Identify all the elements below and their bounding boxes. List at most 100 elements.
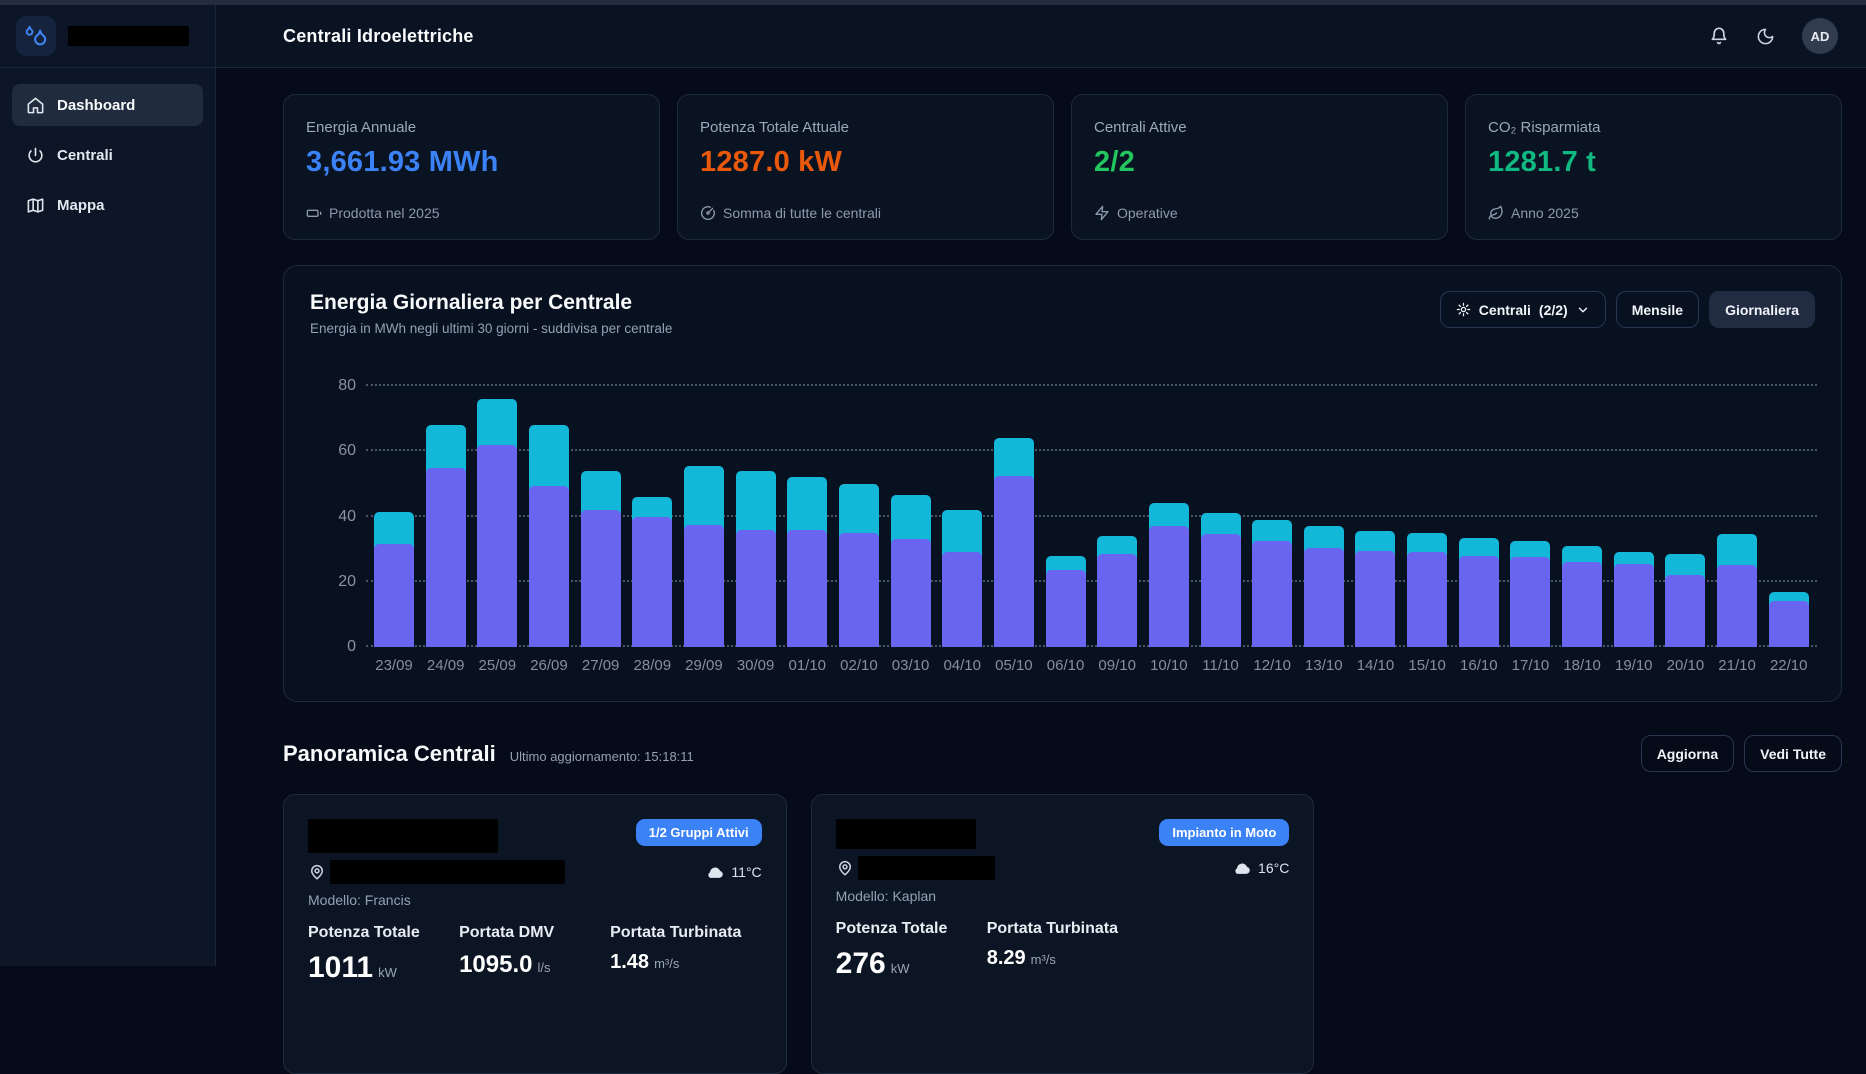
bar-slot: 20/10 xyxy=(1665,386,1705,647)
bar-segment-top xyxy=(839,484,879,538)
bar-segment-bottom xyxy=(1769,601,1809,647)
x-axis-label: 11/10 xyxy=(1202,657,1238,674)
bar-slot: 01/10 xyxy=(787,386,827,647)
daily-energy-chart-card: Energia Giornaliera per Centrale Energia… xyxy=(283,265,1842,702)
x-axis-label: 06/10 xyxy=(1047,657,1085,674)
cloud-icon xyxy=(1232,858,1252,878)
x-axis-label: 25/09 xyxy=(479,657,517,674)
stat-value: 3,661.93 MWh xyxy=(306,146,637,179)
bar-slot: 12/10 xyxy=(1252,386,1292,647)
sidebar-nav: Dashboard Centrali Mappa xyxy=(0,68,215,242)
x-axis-label: 02/10 xyxy=(840,657,878,674)
bar-slot: 19/10 xyxy=(1614,386,1654,647)
stat-title: Potenza Totale Attuale xyxy=(700,119,1031,136)
bar-slot: 26/09 xyxy=(529,386,569,647)
stat-subtitle: Operative xyxy=(1094,205,1178,221)
y-axis-tick: 80 xyxy=(316,377,356,395)
stat-unit: kW xyxy=(891,961,910,976)
plant-card-2[interactable]: Impianto in Moto 16°C Modello: Kaplan xyxy=(811,794,1315,1074)
bar-segment-bottom xyxy=(1252,541,1292,647)
stat-card-co2: CO₂ Risparmiata 1281.7 t Anno 2025 xyxy=(1465,94,1842,240)
home-icon xyxy=(26,96,45,115)
moon-icon[interactable] xyxy=(1756,27,1775,46)
bar-slot: 16/10 xyxy=(1459,386,1499,647)
monthly-toggle-button[interactable]: Mensile xyxy=(1616,291,1699,328)
bar-segment-bottom xyxy=(684,525,724,647)
stat-value: 1095.0 xyxy=(459,951,532,979)
stat-unit: kW xyxy=(378,965,397,980)
view-all-button[interactable]: Vedi Tutte xyxy=(1744,735,1842,772)
status-badge: 1/2 Gruppi Attivi xyxy=(636,819,762,846)
stat-unit: l/s xyxy=(537,960,550,975)
bar-segment-bottom xyxy=(632,517,672,648)
redacted-plant-name xyxy=(836,819,976,849)
bar-slot: 24/09 xyxy=(426,386,466,647)
bar-segment-bottom xyxy=(839,533,879,647)
overview-header: Panoramica Centrali Ultimo aggiornamento… xyxy=(283,735,1842,772)
bar-segment-top xyxy=(787,477,827,534)
bar-slot: 18/10 xyxy=(1562,386,1602,647)
overview-actions: Aggiorna Vedi Tutte xyxy=(1641,735,1842,772)
stat-title: Energia Annuale xyxy=(306,119,637,136)
bar-segment-bottom xyxy=(1665,575,1705,647)
bar-segment-bottom xyxy=(736,530,776,647)
y-axis-tick: 0 xyxy=(316,638,356,656)
x-axis-label: 15/10 xyxy=(1408,657,1446,674)
dropdown-count: (2/2) xyxy=(1539,302,1568,318)
bell-icon[interactable] xyxy=(1709,26,1729,46)
sidebar-item-mappa[interactable]: Mappa xyxy=(12,184,203,226)
battery-icon xyxy=(306,205,322,221)
bar-slot: 21/10 xyxy=(1717,386,1757,647)
x-axis-label: 12/10 xyxy=(1253,657,1291,674)
x-axis-label: 19/10 xyxy=(1615,657,1653,674)
x-axis-label: 16/10 xyxy=(1460,657,1498,674)
stat-subtitle: Prodotta nel 2025 xyxy=(306,205,440,221)
chart-plot: 02040608023/0924/0925/0926/0927/0928/092… xyxy=(366,386,1817,647)
bar-segment-top xyxy=(736,471,776,535)
bar-segment-bottom xyxy=(529,486,569,647)
x-axis-label: 17/10 xyxy=(1512,657,1550,674)
plant-title-row: Impianto in Moto xyxy=(836,819,1290,849)
sidebar-item-label: Dashboard xyxy=(57,97,135,114)
bar-segment-top xyxy=(581,471,621,515)
sidebar-item-centrali[interactable]: Centrali xyxy=(12,134,203,176)
x-axis-label: 20/10 xyxy=(1667,657,1705,674)
plant-card-1[interactable]: 1/2 Gruppi Attivi 11°C Modello: Francis xyxy=(283,794,787,1074)
stat-label: Portata Turbinata xyxy=(610,924,761,942)
bar-segment-bottom xyxy=(426,468,466,647)
page-title: Centrali Idroelettriche xyxy=(283,26,474,47)
daily-toggle-button[interactable]: Giornaliera xyxy=(1709,291,1815,328)
centrali-filter-dropdown[interactable]: Centrali (2/2) xyxy=(1440,291,1606,328)
bar-slot: 02/10 xyxy=(839,386,879,647)
user-avatar[interactable]: AD xyxy=(1802,18,1838,54)
refresh-button[interactable]: Aggiorna xyxy=(1641,735,1734,772)
stat-value: 2/2 xyxy=(1094,146,1425,179)
sidebar-item-dashboard[interactable]: Dashboard xyxy=(12,84,203,126)
stat-label: Potenza Totale xyxy=(836,920,987,938)
last-update-text: Ultimo aggiornamento: 15:18:11 xyxy=(510,749,694,764)
bar-slot: 11/10 xyxy=(1201,386,1241,647)
bar-segment-bottom xyxy=(374,544,414,647)
y-axis-tick: 60 xyxy=(316,442,356,460)
bar-segment-bottom xyxy=(1046,570,1086,647)
zap-icon xyxy=(1094,205,1110,221)
chart-subtitle: Energia in MWh negli ultimi 30 giorni - … xyxy=(310,321,672,336)
bar-segment-bottom xyxy=(942,552,982,647)
stat-value: 1011 xyxy=(308,951,373,985)
plant-location-row: 16°C xyxy=(836,856,1290,880)
stat-subtitle-text: Anno 2025 xyxy=(1511,205,1579,221)
x-axis-label: 13/10 xyxy=(1305,657,1343,674)
weather-info: 11°C xyxy=(705,862,761,882)
x-axis-label: 04/10 xyxy=(943,657,981,674)
stat-card-centrali-attive: Centrali Attive 2/2 Operative xyxy=(1071,94,1448,240)
leaf-icon xyxy=(1488,205,1504,221)
stat-cards-row: Energia Annuale 3,661.93 MWh Prodotta ne… xyxy=(283,94,1842,240)
chart-controls: Centrali (2/2) Mensile Giornaliera xyxy=(1440,291,1815,328)
stat-unit: m³/s xyxy=(654,956,679,971)
y-axis-tick: 20 xyxy=(316,573,356,591)
stat-title: Centrali Attive xyxy=(1094,119,1425,136)
header-actions: AD xyxy=(1709,18,1838,54)
bar-slot: 05/10 xyxy=(994,386,1034,647)
plant-location-row: 11°C xyxy=(308,860,762,884)
x-axis-label: 29/09 xyxy=(685,657,723,674)
